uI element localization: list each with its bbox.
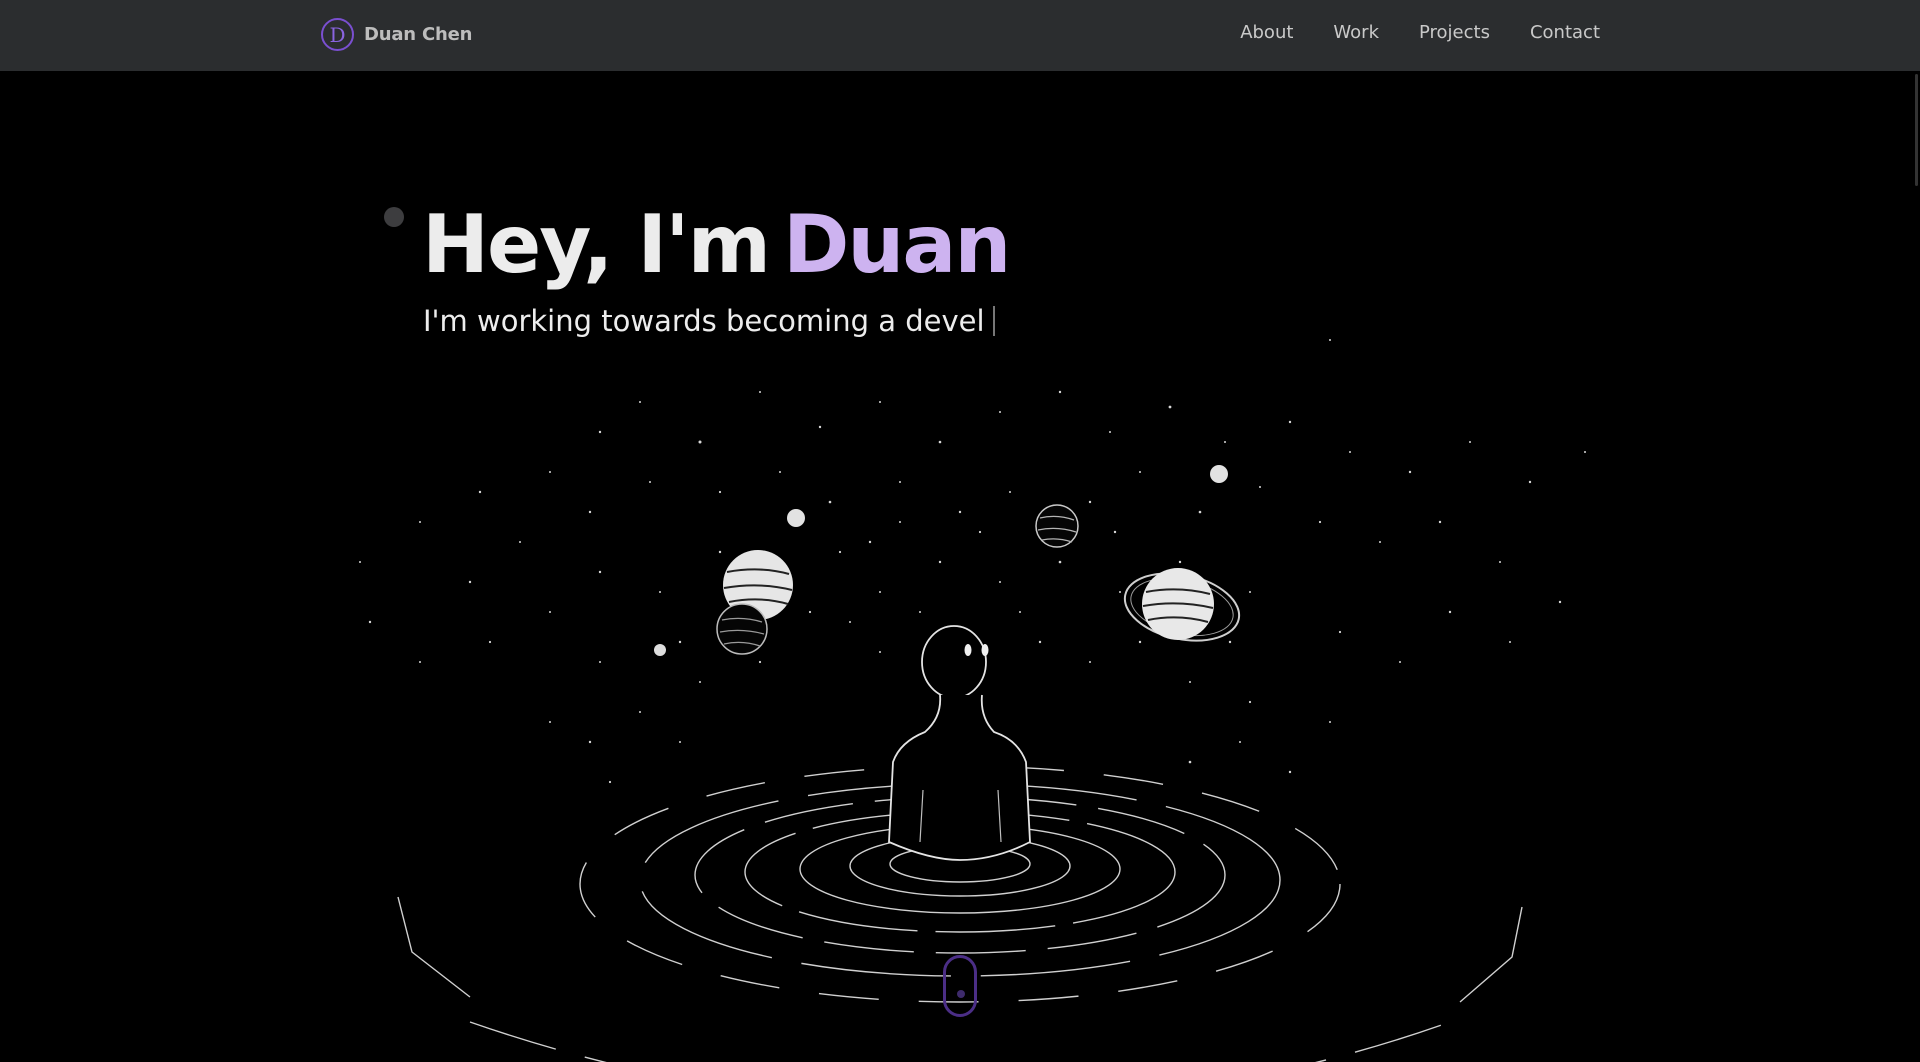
hero-section: Hey, I'm Duan I'm working towards becomin…	[0, 71, 1920, 1062]
typing-caret	[992, 306, 995, 336]
scrollbar-thumb[interactable]	[1915, 74, 1918, 186]
typing-text: I'm working towards becoming a devel	[423, 304, 985, 338]
nav-item-about[interactable]: About	[1240, 22, 1293, 43]
nav-item-projects[interactable]: Projects	[1419, 22, 1490, 43]
planet-large-left	[716, 550, 793, 655]
brand-name: Duan Chen	[364, 24, 473, 45]
scrollbar-track[interactable]	[1908, 71, 1920, 991]
moon-right	[1210, 465, 1228, 483]
nav-menu: About Work Projects Contact	[1240, 22, 1600, 43]
planet-ringed-right	[1123, 568, 1241, 642]
hero-name-highlight: Duan	[783, 198, 1011, 291]
planet-small-center	[1035, 504, 1079, 548]
scroll-down-mouse-icon[interactable]	[943, 955, 977, 1017]
hero-subtitle: I'm working towards becoming a devel	[423, 299, 995, 343]
brand-link[interactable]: D Duan Chen	[321, 18, 472, 51]
brand-logo-icon: D	[321, 18, 354, 51]
hero-dot-decoration	[384, 207, 404, 227]
nav-item-contact[interactable]: Contact	[1530, 22, 1600, 43]
navbar: D Duan Chen About Work Projects Contact	[0, 0, 1920, 71]
person-figure	[888, 625, 1031, 861]
hero-title: Hey, I'm Duan	[422, 195, 1011, 295]
hero-greeting: Hey, I'm	[422, 198, 771, 291]
nav-item-work[interactable]: Work	[1333, 22, 1379, 43]
mouse-wheel-icon	[957, 990, 965, 998]
